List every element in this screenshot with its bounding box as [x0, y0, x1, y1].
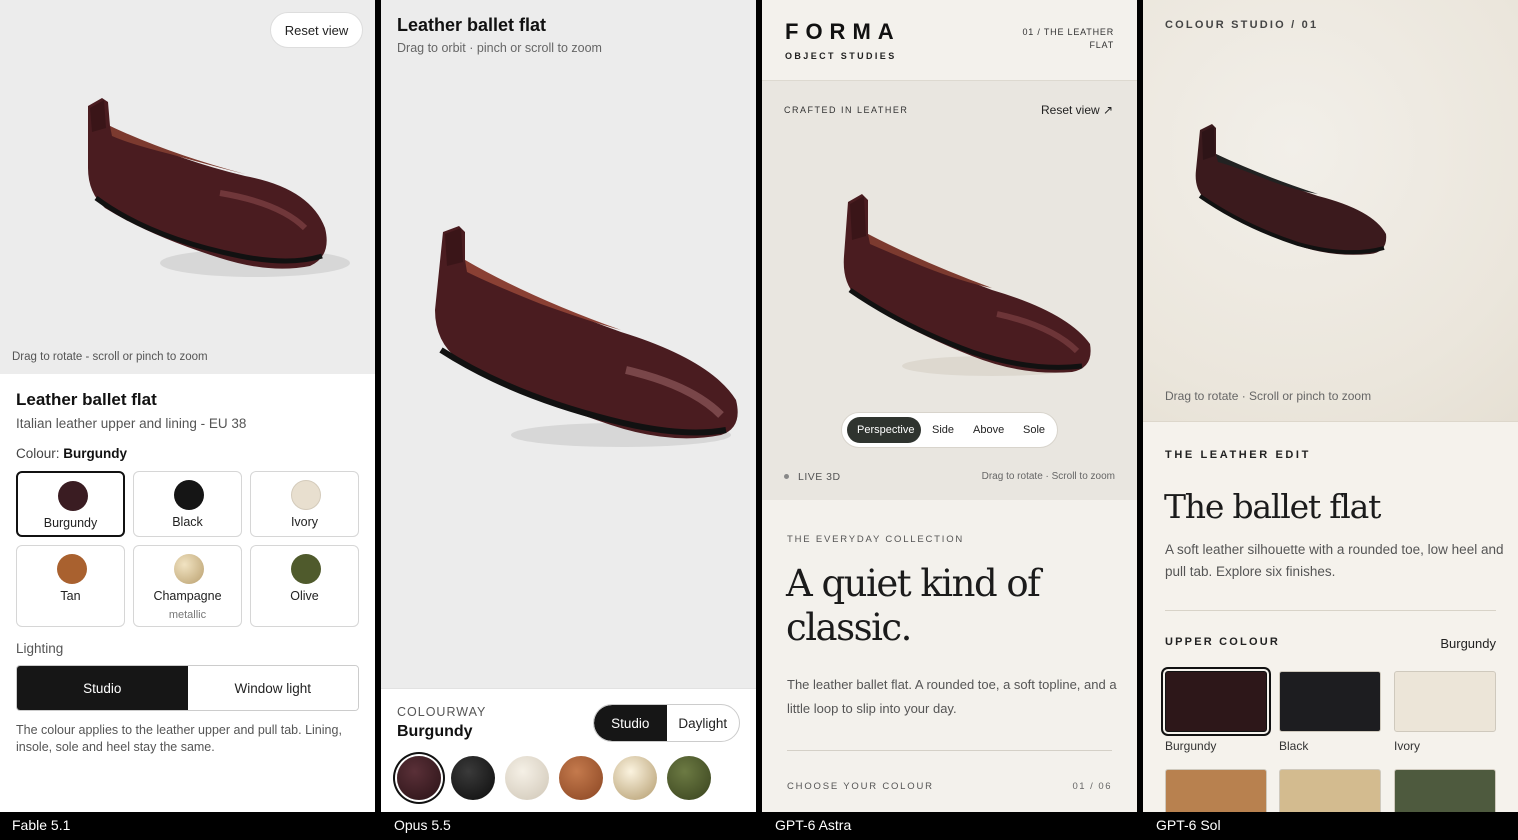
tile-burgundy[interactable]	[1165, 671, 1267, 732]
swatch-tan[interactable]: Tan	[16, 545, 125, 627]
swatch-burgundy[interactable]: Burgundy	[16, 471, 125, 537]
colour-label: Colour:	[16, 446, 60, 461]
divider	[787, 750, 1112, 751]
product-subtitle: Italian leather upper and lining - EU 38	[16, 416, 247, 431]
colour-count: 01 / 06	[1072, 781, 1112, 792]
headline: A quiet kind of classic.	[786, 562, 1041, 649]
swatch-olive[interactable]	[667, 756, 711, 800]
swatch-black[interactable]	[451, 756, 495, 800]
tile-ivory[interactable]	[1394, 671, 1496, 732]
caption-fable: Fable 5.1	[12, 817, 71, 833]
swatch-label: Champagne	[153, 589, 222, 603]
reset-view-button[interactable]: Reset view ↗	[1041, 103, 1113, 117]
swatch-dot	[57, 554, 87, 584]
colour-value: Burgundy	[63, 446, 128, 461]
tile-label: Ivory	[1394, 739, 1421, 753]
tile-label: Black	[1279, 739, 1309, 753]
lighting-label: Lighting	[16, 641, 64, 656]
shoe-viewer[interactable]: Reset view Drag to rotate - scroll or pi…	[0, 0, 375, 374]
breadcrumb: 01 / THE LEATHER FLAT	[1022, 27, 1114, 50]
upper-colour-label: UPPER COLOUR	[1165, 636, 1281, 648]
lighting-toggle: Studio Window light	[16, 665, 359, 711]
viewer-hint: Drag to rotate · Scroll to zoom	[981, 471, 1115, 482]
swatch-tan[interactable]	[559, 756, 603, 800]
shoe-viewer[interactable]: CRAFTED IN LEATHER Reset view ↗ Perspect…	[762, 80, 1137, 500]
swatch-black[interactable]: Black	[133, 471, 242, 537]
brand-logo[interactable]: FORMA	[785, 19, 901, 45]
view-above-button[interactable]: Above	[973, 424, 1004, 436]
swatch-dot	[58, 481, 88, 511]
caption-opus: Opus 5.5	[394, 817, 451, 833]
tile-label: Burgundy	[1165, 739, 1217, 753]
colourway-value: Burgundy	[397, 723, 473, 740]
body-text: The leather ballet flat. A rounded toe, …	[787, 677, 1117, 716]
swatch-champagne[interactable]: Champagne metallic	[133, 545, 242, 627]
swatch-ivory[interactable]: Ivory	[250, 471, 359, 537]
caption-bar	[0, 812, 1518, 840]
colour-note: The colour applies to the leather upper …	[16, 723, 342, 754]
swatch-label: Olive	[290, 589, 319, 603]
shoe-model[interactable]	[70, 88, 360, 288]
opus-panel: Leather ballet flat Drag to orbit · pinc…	[381, 0, 756, 812]
astra-panel: FORMA OBJECT STUDIES 01 / THE LEATHER FL…	[762, 0, 1137, 812]
swatch-dot	[174, 554, 204, 584]
choose-colour-label: CHOOSE YOUR COLOUR	[787, 781, 934, 792]
lighting-toggle: Studio Daylight	[593, 704, 740, 742]
product-title: Leather ballet flat	[16, 390, 157, 409]
swatch-dot	[291, 554, 321, 584]
swatch-burgundy[interactable]	[397, 756, 441, 800]
tile-black[interactable]	[1279, 671, 1381, 732]
viewer-hint: Drag to rotate · Scroll or pinch to zoom	[1165, 389, 1372, 403]
swatch-label: Tan	[60, 589, 81, 603]
swatch-ivory[interactable]	[505, 756, 549, 800]
tile-tan[interactable]	[1165, 769, 1267, 812]
view-perspective-button[interactable]: Perspective	[847, 417, 921, 443]
brand-subtitle: OBJECT STUDIES	[785, 51, 897, 61]
swatch-note: metallic	[168, 609, 207, 621]
product-title: Leather ballet flat	[397, 15, 547, 35]
viewer-hint: Drag to orbit · pinch or scroll to zoom	[397, 41, 602, 55]
swatch-label: Black	[172, 515, 203, 529]
collection-label: THE EVERYDAY COLLECTION	[787, 534, 965, 545]
colour-readout: Colour: Burgundy	[16, 446, 127, 461]
caption-astra: GPT-6 Astra	[775, 817, 852, 833]
lighting-window-button[interactable]: Window light	[187, 666, 358, 710]
lighting-studio-button[interactable]: Studio	[594, 705, 667, 741]
swatch-dot	[174, 480, 204, 510]
swatch-dot	[291, 480, 321, 510]
swatch-label: Burgundy	[43, 516, 98, 530]
shoe-viewer[interactable]: COLOUR STUDIO / 01 Drag to rotate · Scro…	[1143, 0, 1518, 422]
swatch-olive[interactable]: Olive	[250, 545, 359, 627]
view-label: Perspective	[857, 424, 915, 436]
colourway-tray: COLOURWAY Burgundy Studio Daylight	[381, 688, 756, 812]
tile-champagne[interactable]	[1279, 769, 1381, 812]
studio-label: COLOUR STUDIO / 01	[1165, 19, 1319, 31]
divider	[1165, 610, 1496, 611]
colourway-label: COLOURWAY	[397, 705, 487, 719]
stage-label: CRAFTED IN LEATHER	[784, 105, 909, 115]
shoe-model[interactable]	[1188, 118, 1398, 268]
swatch-champagne[interactable]	[613, 756, 657, 800]
shoe-model[interactable]	[421, 220, 751, 460]
headline: The ballet flat	[1164, 487, 1381, 526]
view-sole-button[interactable]: Sole	[1023, 424, 1045, 436]
viewer-hint: Drag to rotate - scroll or pinch to zoom	[12, 351, 208, 363]
sol-panel: COLOUR STUDIO / 01 Drag to rotate · Scro…	[1143, 0, 1518, 812]
lighting-studio-button[interactable]: Studio	[17, 666, 188, 710]
tile-olive[interactable]	[1394, 769, 1496, 812]
body-text: A soft leather silhouette with a rounded…	[1165, 542, 1504, 579]
reset-view-button[interactable]: Reset view	[270, 12, 363, 48]
upper-colour-value: Burgundy	[1440, 636, 1496, 651]
live-indicator-icon	[784, 474, 789, 479]
view-switcher: Perspective Side Above Sole	[841, 412, 1058, 448]
fable-panel: Reset view Drag to rotate - scroll or pi…	[0, 0, 375, 812]
live-label: LIVE 3D	[798, 471, 841, 483]
swatch-label: Ivory	[290, 515, 319, 529]
caption-sol: GPT-6 Sol	[1156, 817, 1221, 833]
lighting-daylight-button[interactable]: Daylight	[667, 705, 740, 741]
section-label: THE LEATHER EDIT	[1165, 449, 1311, 461]
shoe-model[interactable]	[832, 186, 1102, 386]
view-side-button[interactable]: Side	[932, 424, 954, 436]
